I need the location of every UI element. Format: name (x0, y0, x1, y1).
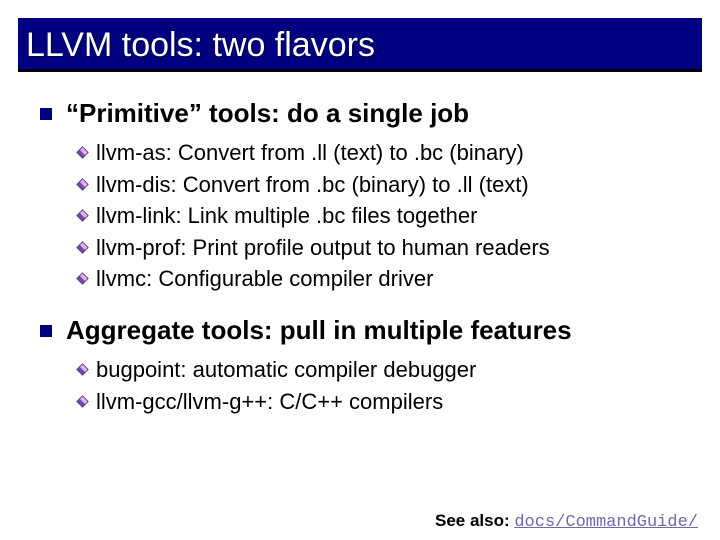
section-heading-text: Aggregate tools: pull in multiple featur… (66, 315, 572, 346)
diamond-bullet-icon (76, 363, 90, 376)
diamond-bullet-icon (76, 241, 90, 254)
list-item: llvm-as: Convert from .ll (text) to .bc … (76, 139, 680, 168)
square-bullet-icon (40, 108, 52, 120)
footer-link[interactable]: docs/CommandGuide/ (514, 513, 698, 532)
list-item-text: llvmc: Configurable compiler driver (96, 265, 433, 294)
section-heading: Aggregate tools: pull in multiple featur… (40, 315, 680, 346)
diamond-bullet-icon (76, 178, 90, 191)
list-item-text: llvm-as: Convert from .ll (text) to .bc … (96, 139, 524, 168)
title-bar: LLVM tools: two flavors (18, 18, 702, 72)
footer-note: See also: docs/CommandGuide/ (435, 511, 698, 532)
diamond-bullet-icon (76, 146, 90, 159)
list-item-text: llvm-prof: Print profile output to human… (96, 234, 550, 263)
list-item-text: llvm-link: Link multiple .bc files toget… (96, 202, 477, 231)
list-item-text: llvm-gcc/llvm-g++: C/C++ compilers (96, 388, 443, 417)
square-bullet-icon (40, 325, 52, 337)
section-heading: “Primitive” tools: do a single job (40, 98, 680, 129)
slide-title: LLVM tools: two flavors (18, 26, 702, 65)
diamond-bullet-icon (76, 209, 90, 222)
slide-content: “Primitive” tools: do a single job llvm-… (0, 72, 720, 416)
diamond-bullet-icon (76, 395, 90, 408)
list-item-text: bugpoint: automatic compiler debugger (96, 356, 476, 385)
list-item-text: llvm-dis: Convert from .bc (binary) to .… (96, 171, 529, 200)
list-item: llvm-prof: Print profile output to human… (76, 234, 680, 263)
list-item: llvmc: Configurable compiler driver (76, 265, 680, 294)
section-heading-text: “Primitive” tools: do a single job (66, 98, 469, 129)
diamond-bullet-icon (76, 272, 90, 285)
footer-prefix: See also: (435, 511, 514, 530)
list-item: llvm-link: Link multiple .bc files toget… (76, 202, 680, 231)
list-item: bugpoint: automatic compiler debugger (76, 356, 680, 385)
slide: LLVM tools: two flavors “Primitive” tool… (0, 18, 720, 540)
list-item: llvm-gcc/llvm-g++: C/C++ compilers (76, 388, 680, 417)
list-item: llvm-dis: Convert from .bc (binary) to .… (76, 171, 680, 200)
